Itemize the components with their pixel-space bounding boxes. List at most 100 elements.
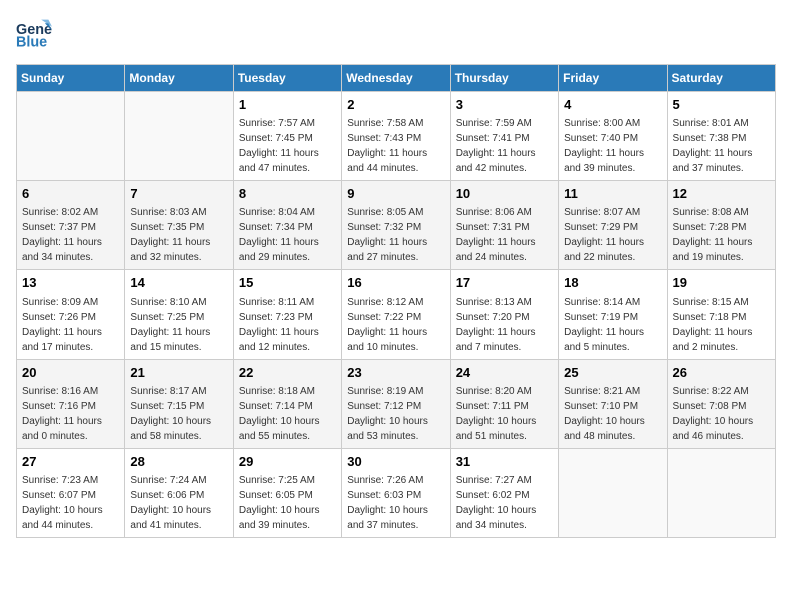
day-info: Sunrise: 7:26 AMSunset: 6:03 PMDaylight:… [347, 473, 444, 533]
day-number: 22 [239, 364, 336, 382]
day-number: 5 [673, 96, 770, 114]
calendar-cell: 11 Sunrise: 8:07 AMSunset: 7:29 PMDayligh… [559, 181, 667, 270]
page-header: General Blue [16, 16, 776, 52]
day-info: Sunrise: 8:07 AMSunset: 7:29 PMDaylight:… [564, 205, 661, 265]
calendar-cell: 25 Sunrise: 8:21 AMSunset: 7:10 PMDayligh… [559, 359, 667, 448]
calendar-cell: 20Sunrise: 8:16 AMSunset: 7:16 PMDayligh… [17, 359, 125, 448]
day-info: Sunrise: 8:00 AMSunset: 7:40 PMDaylight:… [564, 116, 661, 176]
col-header-friday: Friday [559, 65, 667, 92]
day-number: 3 [456, 96, 553, 114]
day-info: Sunrise: 8:08 AMSunset: 7:28 PMDaylight:… [673, 205, 770, 265]
calendar-cell: 15Sunrise: 8:11 AMSunset: 7:23 PMDayligh… [233, 270, 341, 359]
calendar-cell: 13Sunrise: 8:09 AMSunset: 7:26 PMDayligh… [17, 270, 125, 359]
day-number: 11 [564, 185, 661, 203]
calendar-cell: 31Sunrise: 7:27 AMSunset: 6:02 PMDayligh… [450, 448, 558, 537]
day-info: Sunrise: 8:03 AMSunset: 7:35 PMDaylight:… [130, 205, 227, 265]
calendar-cell: 7 Sunrise: 8:03 AMSunset: 7:35 PMDaylight… [125, 181, 233, 270]
calendar-table: SundayMondayTuesdayWednesdayThursdayFrid… [16, 64, 776, 538]
day-info: Sunrise: 7:57 AMSunset: 7:45 PMDaylight:… [239, 116, 336, 176]
day-info: Sunrise: 8:18 AMSunset: 7:14 PMDaylight:… [239, 384, 336, 444]
day-info: Sunrise: 8:05 AMSunset: 7:32 PMDaylight:… [347, 205, 444, 265]
day-info: Sunrise: 8:21 AMSunset: 7:10 PMDaylight:… [564, 384, 661, 444]
day-info: Sunrise: 8:06 AMSunset: 7:31 PMDaylight:… [456, 205, 553, 265]
col-header-sunday: Sunday [17, 65, 125, 92]
calendar-week-row: 6 Sunrise: 8:02 AMSunset: 7:37 PMDaylight… [17, 181, 776, 270]
calendar-cell [667, 448, 775, 537]
calendar-cell: 9Sunrise: 8:05 AMSunset: 7:32 PMDaylight… [342, 181, 450, 270]
day-info: Sunrise: 8:16 AMSunset: 7:16 PMDaylight:… [22, 384, 119, 444]
day-info: Sunrise: 7:25 AMSunset: 6:05 PMDaylight:… [239, 473, 336, 533]
day-info: Sunrise: 8:01 AMSunset: 7:38 PMDaylight:… [673, 116, 770, 176]
calendar-cell [559, 448, 667, 537]
calendar-cell: 14 Sunrise: 8:10 AMSunset: 7:25 PMDayligh… [125, 270, 233, 359]
calendar-cell: 19 Sunrise: 8:15 AMSunset: 7:18 PMDayligh… [667, 270, 775, 359]
calendar-cell: 4 Sunrise: 8:00 AMSunset: 7:40 PMDaylight… [559, 92, 667, 181]
day-info: Sunrise: 8:13 AMSunset: 7:20 PMDaylight:… [456, 295, 553, 355]
calendar-cell: 26 Sunrise: 8:22 AMSunset: 7:08 PMDayligh… [667, 359, 775, 448]
day-number: 28 [130, 453, 227, 471]
day-number: 31 [456, 453, 553, 471]
day-number: 1 [239, 96, 336, 114]
day-number: 4 [564, 96, 661, 114]
calendar-cell: 3 Sunrise: 7:59 AMSunset: 7:41 PMDaylight… [450, 92, 558, 181]
calendar-cell: 29 Sunrise: 7:25 AMSunset: 6:05 PMDayligh… [233, 448, 341, 537]
calendar-cell: 1 Sunrise: 7:57 AMSunset: 7:45 PMDaylight… [233, 92, 341, 181]
day-info: Sunrise: 8:20 AMSunset: 7:11 PMDaylight:… [456, 384, 553, 444]
calendar-header-row: SundayMondayTuesdayWednesdayThursdayFrid… [17, 65, 776, 92]
calendar-cell: 27 Sunrise: 7:23 AMSunset: 6:07 PMDayligh… [17, 448, 125, 537]
day-number: 10 [456, 185, 553, 203]
day-number: 7 [130, 185, 227, 203]
calendar-cell: 16 Sunrise: 8:12 AMSunset: 7:22 PMDayligh… [342, 270, 450, 359]
calendar-cell: 12 Sunrise: 8:08 AMSunset: 7:28 PMDayligh… [667, 181, 775, 270]
day-info: Sunrise: 8:02 AMSunset: 7:37 PMDaylight:… [22, 205, 119, 265]
day-number: 17 [456, 274, 553, 292]
col-header-wednesday: Wednesday [342, 65, 450, 92]
day-number: 25 [564, 364, 661, 382]
day-number: 12 [673, 185, 770, 203]
day-info: Sunrise: 8:22 AMSunset: 7:08 PMDaylight:… [673, 384, 770, 444]
calendar-cell [17, 92, 125, 181]
day-info: Sunrise: 8:10 AMSunset: 7:25 PMDaylight:… [130, 295, 227, 355]
calendar-week-row: 1 Sunrise: 7:57 AMSunset: 7:45 PMDaylight… [17, 92, 776, 181]
calendar-cell: 23Sunrise: 8:19 AMSunset: 7:12 PMDayligh… [342, 359, 450, 448]
day-info: Sunrise: 7:24 AMSunset: 6:06 PMDaylight:… [130, 473, 227, 533]
calendar-cell: 2Sunrise: 7:58 AMSunset: 7:43 PMDaylight… [342, 92, 450, 181]
day-number: 18 [564, 274, 661, 292]
day-number: 8 [239, 185, 336, 203]
day-number: 30 [347, 453, 444, 471]
col-header-thursday: Thursday [450, 65, 558, 92]
day-info: Sunrise: 8:11 AMSunset: 7:23 PMDaylight:… [239, 295, 336, 355]
logo: General Blue [16, 16, 52, 52]
calendar-cell: 22 Sunrise: 8:18 AMSunset: 7:14 PMDayligh… [233, 359, 341, 448]
day-number: 26 [673, 364, 770, 382]
day-number: 29 [239, 453, 336, 471]
calendar-cell: 24 Sunrise: 8:20 AMSunset: 7:11 PMDayligh… [450, 359, 558, 448]
day-number: 24 [456, 364, 553, 382]
col-header-tuesday: Tuesday [233, 65, 341, 92]
day-info: Sunrise: 7:58 AMSunset: 7:43 PMDaylight:… [347, 116, 444, 176]
day-number: 14 [130, 274, 227, 292]
day-info: Sunrise: 8:17 AMSunset: 7:15 PMDaylight:… [130, 384, 227, 444]
calendar-cell: 6 Sunrise: 8:02 AMSunset: 7:37 PMDaylight… [17, 181, 125, 270]
calendar-week-row: 13Sunrise: 8:09 AMSunset: 7:26 PMDayligh… [17, 270, 776, 359]
day-number: 23 [347, 364, 444, 382]
day-info: Sunrise: 8:12 AMSunset: 7:22 PMDaylight:… [347, 295, 444, 355]
calendar-cell: 5 Sunrise: 8:01 AMSunset: 7:38 PMDaylight… [667, 92, 775, 181]
day-number: 6 [22, 185, 119, 203]
calendar-week-row: 20Sunrise: 8:16 AMSunset: 7:16 PMDayligh… [17, 359, 776, 448]
day-number: 19 [673, 274, 770, 292]
day-number: 27 [22, 453, 119, 471]
day-number: 16 [347, 274, 444, 292]
col-header-saturday: Saturday [667, 65, 775, 92]
calendar-cell: 10 Sunrise: 8:06 AMSunset: 7:31 PMDayligh… [450, 181, 558, 270]
col-header-monday: Monday [125, 65, 233, 92]
day-number: 13 [22, 274, 119, 292]
day-info: Sunrise: 8:14 AMSunset: 7:19 PMDaylight:… [564, 295, 661, 355]
day-info: Sunrise: 8:04 AMSunset: 7:34 PMDaylight:… [239, 205, 336, 265]
day-info: Sunrise: 7:59 AMSunset: 7:41 PMDaylight:… [456, 116, 553, 176]
day-info: Sunrise: 8:15 AMSunset: 7:18 PMDaylight:… [673, 295, 770, 355]
calendar-cell [125, 92, 233, 181]
calendar-cell: 30 Sunrise: 7:26 AMSunset: 6:03 PMDayligh… [342, 448, 450, 537]
logo-icon: General Blue [16, 16, 52, 52]
day-info: Sunrise: 7:23 AMSunset: 6:07 PMDaylight:… [22, 473, 119, 533]
